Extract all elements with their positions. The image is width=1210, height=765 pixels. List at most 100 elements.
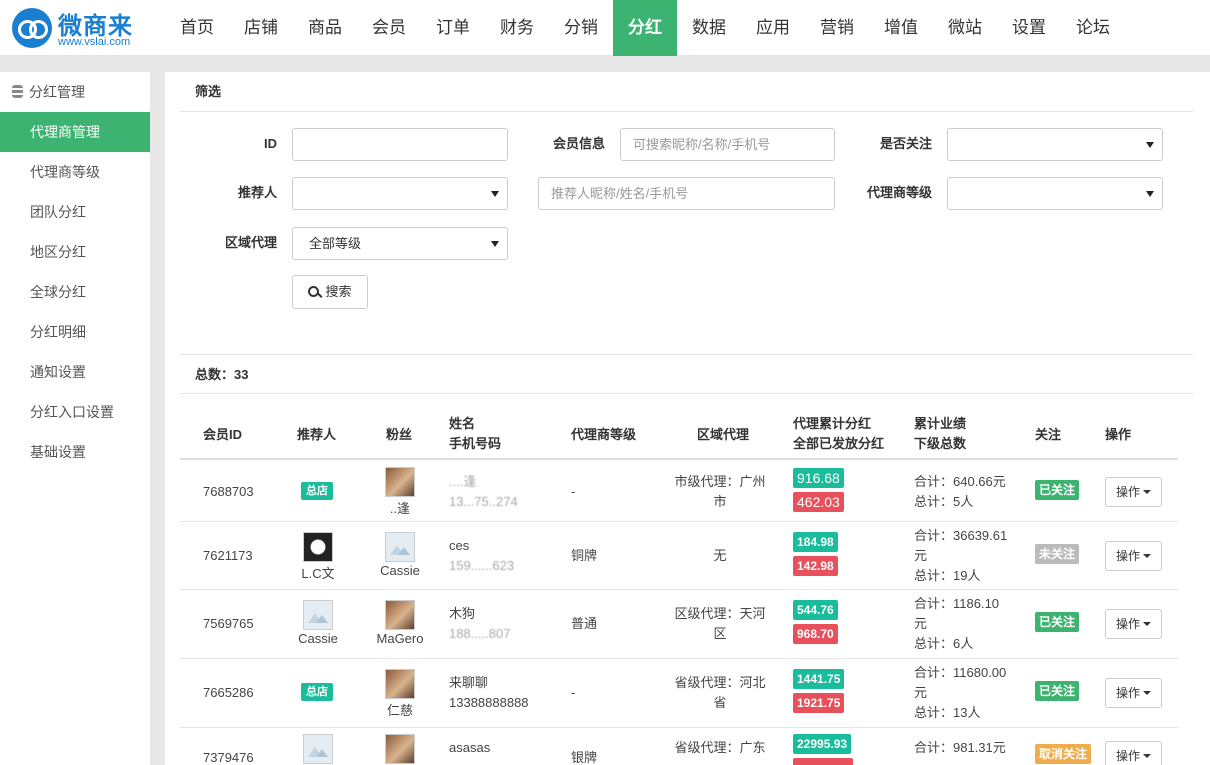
agent-level: 普通: [571, 616, 598, 631]
member-phone: 188.....807: [449, 626, 511, 641]
nav-item-orders[interactable]: 订单: [421, 0, 485, 56]
action-dropdown-button[interactable]: 操作: [1105, 541, 1162, 571]
logo-icon: [12, 8, 52, 48]
search-button[interactable]: 搜索: [292, 275, 368, 309]
total-count: 总数：33: [180, 354, 1193, 394]
sidebar-item-agent-management[interactable]: 代理商管理: [0, 112, 150, 152]
th-agent-level: 代理商等级: [571, 427, 637, 442]
member-info-input[interactable]: 可搜索昵称/名称/手机号: [620, 128, 835, 161]
nav-item-apps[interactable]: 应用: [741, 0, 805, 56]
follow-status: 已关注: [1035, 480, 1080, 500]
table-row: 7379476 asasas 银牌 省级代理：广东 22995.93 合计：98…: [180, 728, 1178, 765]
th-follow: 关注: [1035, 427, 1062, 442]
nav-item-shop[interactable]: 店铺: [229, 0, 293, 56]
paid-bonus: 968.70: [793, 624, 838, 644]
action-button-label: 操作: [1115, 617, 1140, 631]
cum-perf: 合计：981.31元: [914, 740, 1006, 755]
sidebar-item-region-bonus[interactable]: 地区分红: [0, 232, 150, 272]
action-dropdown-button[interactable]: 操作: [1105, 741, 1162, 765]
sidebar-item-global-bonus[interactable]: 全球分红: [0, 272, 150, 312]
cum-perf: 合计：11680.00: [914, 665, 1007, 680]
member-id: 7665286: [203, 685, 254, 700]
fan-avatar[interactable]: [385, 734, 415, 764]
cum-perf: 合计：36639.61: [914, 528, 1008, 543]
follow-select[interactable]: [947, 128, 1163, 161]
nav-item-settings[interactable]: 设置: [997, 0, 1061, 56]
agent-level-select[interactable]: [947, 177, 1163, 210]
cum-perf-unit: 元: [914, 548, 928, 563]
action-button-label: 操作: [1115, 485, 1140, 499]
member-name: 木狗: [449, 606, 476, 621]
cum-bonus: 184.98: [793, 532, 838, 552]
action-button-label: 操作: [1115, 549, 1140, 563]
referrer-avatar[interactable]: [303, 734, 333, 764]
action-button-label: 操作: [1115, 749, 1140, 763]
member-info-label: 会员信息: [552, 136, 605, 151]
action-dropdown-button[interactable]: 操作: [1105, 477, 1162, 507]
search-button-label: 搜索: [325, 284, 352, 299]
member-id: 7379476: [203, 750, 254, 765]
fan-avatar[interactable]: [385, 532, 415, 562]
cum-bonus: 1441.75: [793, 669, 845, 689]
th-referrer: 推荐人: [297, 427, 337, 442]
action-dropdown-button[interactable]: 操作: [1105, 678, 1162, 708]
sidebar-item-entry-settings[interactable]: 分红入口设置: [0, 392, 150, 432]
table-row: 7688703 总店 ..逢 ....逢 13...75..274 - 市级代理…: [180, 462, 1178, 522]
nav-item-data[interactable]: 数据: [677, 0, 741, 56]
top-bar: 微商来 www.vslai.com 首页 店铺 商品 会员 订单 财务 分销 分…: [0, 0, 1210, 56]
nav-item-finance[interactable]: 财务: [485, 0, 549, 56]
region-agent-suffix: 省: [713, 695, 727, 710]
sidebar-item-notify-settings[interactable]: 通知设置: [0, 352, 150, 392]
sidebar-title-text: 分红管理: [29, 84, 85, 100]
member-name: 来聊聊: [449, 675, 489, 690]
action-dropdown-button[interactable]: 操作: [1105, 609, 1162, 639]
referrer-name: Cassie: [298, 631, 338, 646]
nav-item-members[interactable]: 会员: [357, 0, 421, 56]
follow-status: 已关注: [1035, 681, 1080, 701]
fan-name: ..逢: [389, 501, 411, 516]
nav-item-bonus[interactable]: 分红: [613, 0, 677, 56]
region-agent-select[interactable]: 全部等级: [292, 227, 508, 260]
referrer-avatar[interactable]: [303, 600, 333, 630]
sidebar-item-bonus-detail[interactable]: 分红明细: [0, 312, 150, 352]
fan-avatar[interactable]: [385, 600, 415, 630]
follow-status: 未关注: [1035, 544, 1080, 564]
sub-total: 总计：19人: [914, 568, 981, 583]
member-id: 7569765: [203, 616, 254, 631]
member-id: 7688703: [203, 484, 254, 499]
th-member-id: 会员ID: [203, 427, 243, 442]
chevron-down-icon: [1143, 490, 1151, 494]
sidebar-item-team-bonus[interactable]: 团队分红: [0, 192, 150, 232]
search-icon: [308, 286, 320, 297]
nav-item-marketing[interactable]: 营销: [805, 0, 869, 56]
nav-item-microsite[interactable]: 微站: [933, 0, 997, 56]
fan-avatar[interactable]: [385, 669, 415, 699]
nav-item-forum[interactable]: 论坛: [1061, 0, 1125, 56]
referrer-select[interactable]: [292, 177, 508, 210]
sidebar-item-agent-level[interactable]: 代理商等级: [0, 152, 150, 192]
referrer-name: L.C文: [301, 566, 335, 581]
logo[interactable]: 微商来 www.vslai.com: [12, 6, 152, 50]
member-name: ....逢: [449, 474, 477, 489]
filter-title: 筛选: [180, 72, 1193, 112]
sidebar-item-basic-settings[interactable]: 基础设置: [0, 432, 150, 472]
main-nav: 首页 店铺 商品 会员 订单 财务 分销 分红 数据 应用 营销 增值 微站 设…: [165, 0, 1125, 56]
member-id: 7621173: [203, 548, 253, 563]
id-input[interactable]: [292, 128, 508, 161]
referrer-avatar[interactable]: [303, 532, 333, 562]
th-cum-perf: 累计业绩: [914, 416, 967, 431]
referrer-search-input[interactable]: 推荐人昵称/姓名/手机号: [538, 177, 835, 210]
nav-item-value-added[interactable]: 增值: [869, 0, 933, 56]
region-agent: 区级代理：天河: [674, 606, 766, 621]
chevron-down-icon: [1143, 622, 1151, 626]
nav-item-home[interactable]: 首页: [165, 0, 229, 56]
fan-avatar[interactable]: [385, 467, 415, 497]
nav-item-distribution[interactable]: 分销: [549, 0, 613, 56]
nav-item-goods[interactable]: 商品: [293, 0, 357, 56]
region-agent-suffix: 市: [713, 494, 727, 509]
paid-bonus: 142.98: [793, 556, 838, 576]
cum-bonus: 22995.93: [793, 734, 852, 754]
main-panel: 筛选 ID 会员信息 可搜索昵称/名称/手机号 是否关注 推荐人 推荐人昵称/姓…: [165, 72, 1210, 765]
table-row: 7665286 总店 仁慈 来聊聊 13388888888 - 省级代理：河北 …: [180, 659, 1178, 728]
agent-level: -: [571, 484, 576, 499]
